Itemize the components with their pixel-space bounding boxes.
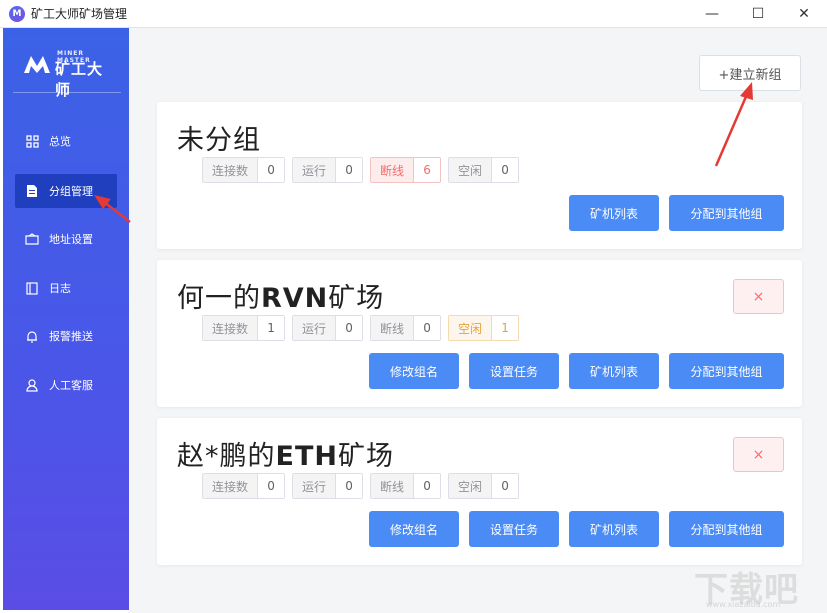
brand-mark-icon [24, 56, 50, 73]
brand-logo: MINER MASTER 矿工大师 [23, 48, 115, 99]
stat-offline: 断线 0 [370, 315, 442, 341]
miner-list-button[interactable]: 矿机列表 [569, 511, 659, 547]
sidebar-item-label: 人工客服 [49, 379, 93, 392]
group-actions: 修改组名 设置任务 矿机列表 分配到其他组 [359, 511, 784, 547]
grid-icon [25, 134, 39, 148]
sidebar-divider [13, 92, 121, 93]
stat-offline: 断线 6 [370, 157, 442, 183]
stat-running: 运行 0 [292, 315, 364, 341]
stat-idle: 空闲 0 [448, 473, 520, 499]
delete-group-button[interactable]: × [733, 279, 784, 314]
stat-connected: 连接数 1 [202, 315, 286, 341]
minimize-button[interactable]: — [689, 0, 735, 28]
assign-to-group-button[interactable]: 分配到其他组 [669, 195, 784, 231]
stat-idle: 空闲 1 [448, 315, 520, 341]
sidebar-item-overview[interactable]: 总览 [15, 124, 117, 158]
watermark-url: www.xiazaiba.com [706, 600, 781, 609]
group-stats: 连接数 0 运行 0 断线 0 空闲 0 [202, 473, 526, 499]
document-icon [25, 184, 39, 198]
group-title: 何一的RVN矿场 [177, 283, 385, 314]
window-controls: — ☐ ✕ [689, 0, 827, 28]
miner-list-button[interactable]: 矿机列表 [569, 353, 659, 389]
sidebar-item-label: 报警推送 [49, 330, 93, 343]
group-title: 赵*鹏的ETH矿场 [177, 441, 394, 472]
sidebar-item-group-management[interactable]: 分组管理 [15, 174, 117, 208]
window-title: 矿工大师矿场管理 [31, 7, 128, 21]
stat-idle: 空闲 0 [448, 157, 520, 183]
stat-connected: 连接数 0 [202, 157, 286, 183]
title-bar: M 矿工大师矿场管理 — ☐ ✕ [0, 0, 827, 28]
sidebar-item-label: 日志 [49, 282, 71, 295]
sidebar-item-label: 分组管理 [49, 185, 93, 198]
group-stats: 连接数 1 运行 0 断线 0 空闲 1 [202, 315, 526, 341]
new-group-button[interactable]: +建立新组 [699, 55, 801, 91]
group-card: 何一的RVN矿场 × 连接数 1 运行 0 断线 0 空闲 1 修改组名 设置任务 矿机… [157, 260, 802, 407]
sidebar-item-logs[interactable]: 日志 [15, 271, 117, 305]
app-logo-icon: M [9, 5, 25, 22]
set-task-button[interactable]: 设置任务 [469, 511, 559, 547]
bell-icon [25, 329, 39, 343]
user-icon [25, 378, 39, 392]
folder-icon [25, 232, 39, 246]
stat-running: 运行 0 [292, 473, 364, 499]
close-button[interactable]: ✕ [781, 0, 827, 28]
set-task-button[interactable]: 设置任务 [469, 353, 559, 389]
sidebar-item-label: 总览 [49, 135, 71, 148]
sidebar-item-address-settings[interactable]: 地址设置 [15, 222, 117, 256]
sidebar: MINER MASTER 矿工大师 总览 分组管理 地址设置 日志 报警推送 人… [3, 28, 129, 610]
log-icon [25, 281, 39, 295]
rename-group-button[interactable]: 修改组名 [369, 353, 459, 389]
sidebar-item-label: 地址设置 [49, 233, 93, 246]
miner-list-button[interactable]: 矿机列表 [569, 195, 659, 231]
group-title: 未分组 [177, 125, 261, 156]
sidebar-item-alerts[interactable]: 报警推送 [15, 319, 117, 353]
assign-to-group-button[interactable]: 分配到其他组 [669, 353, 784, 389]
delete-group-button[interactable]: × [733, 437, 784, 472]
assign-to-group-button[interactable]: 分配到其他组 [669, 511, 784, 547]
stat-offline: 断线 0 [370, 473, 442, 499]
group-actions: 矿机列表 分配到其他组 [559, 195, 784, 231]
rename-group-button[interactable]: 修改组名 [369, 511, 459, 547]
maximize-button[interactable]: ☐ [735, 0, 781, 28]
stat-running: 运行 0 [292, 157, 364, 183]
stat-connected: 连接数 0 [202, 473, 286, 499]
group-stats: 连接数 0 运行 0 断线 6 空闲 0 [202, 157, 526, 183]
group-card: 未分组 连接数 0 运行 0 断线 6 空闲 0 矿机列表 分配到其他组 [157, 102, 802, 249]
group-actions: 修改组名 设置任务 矿机列表 分配到其他组 [359, 353, 784, 389]
main-content: +建立新组 未分组 连接数 0 运行 0 断线 6 空闲 0 矿机列表 分配到其他组 何… [129, 28, 827, 613]
brand-name: 矿工大师 [55, 60, 104, 99]
sidebar-item-support[interactable]: 人工客服 [15, 368, 117, 402]
group-card: 赵*鹏的ETH矿场 × 连接数 0 运行 0 断线 0 空闲 0 修改组名 设置任务 矿… [157, 418, 802, 565]
